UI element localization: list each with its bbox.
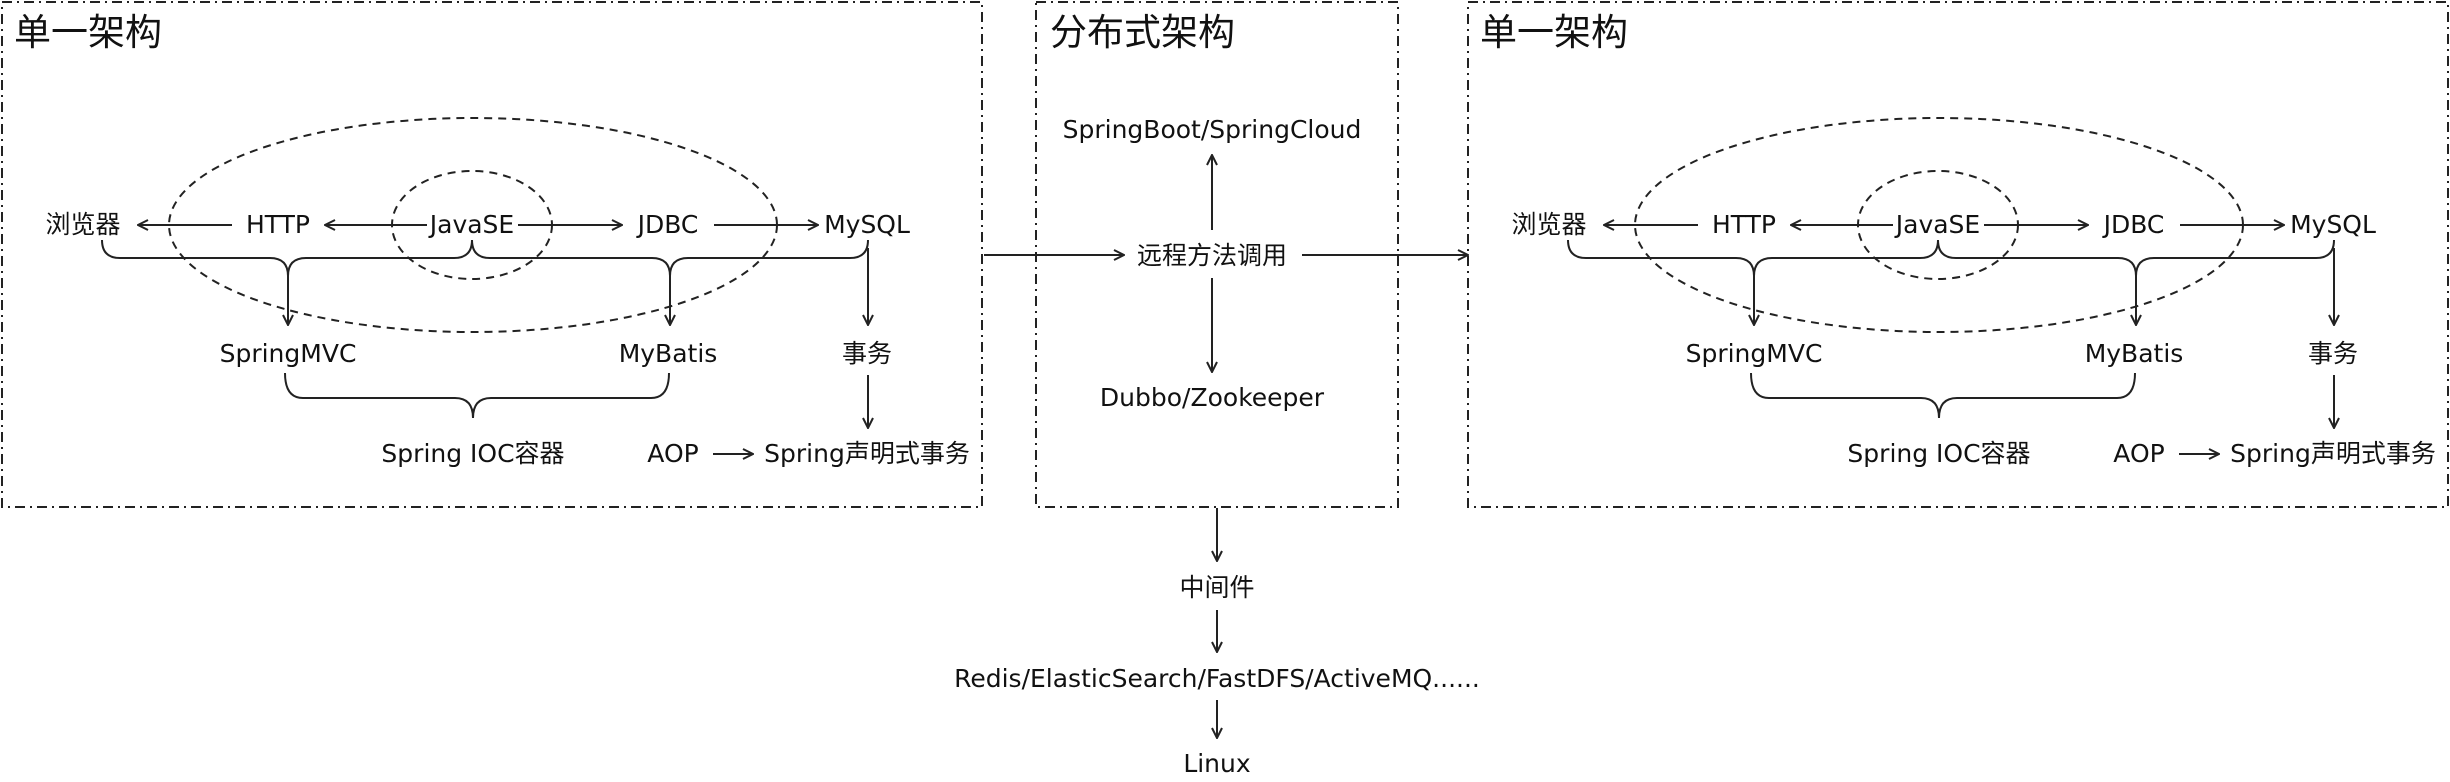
left-ioc-label: Spring IOC容器	[381, 439, 564, 468]
left-panel-frame	[1, 1, 983, 508]
right-panel-title: 单一架构	[1480, 11, 1628, 54]
linux-label: Linux	[1183, 749, 1250, 778]
left-ioc-brace	[284, 372, 670, 419]
left-springmvc-label: SpringMVC	[220, 339, 357, 368]
right-mybatis-label: MyBatis	[2085, 339, 2184, 368]
right-springmvc-label: SpringMVC	[1686, 339, 1823, 368]
dubbo-label: Dubbo/Zookeeper	[1100, 383, 1325, 412]
right-mysql-label: MySQL	[2290, 210, 2376, 239]
right-aop-label: AOP	[2113, 439, 2164, 468]
right-http-label: HTTP	[1712, 210, 1776, 239]
right-declarative-tx-label: Spring声明式事务	[2230, 439, 2436, 468]
right-ioc-brace	[1750, 372, 2136, 419]
architecture-diagram: 单一架构 浏览器 HTTP JavaSE JDBC MySQL SpringMV…	[1, 1, 2449, 778]
right-panel-frame	[1467, 1, 2449, 508]
left-monolith-panel: 单一架构 浏览器 HTTP JavaSE JDBC MySQL SpringMV…	[1, 1, 983, 508]
left-transaction-label: 事务	[842, 339, 892, 368]
left-panel-title: 单一架构	[14, 11, 162, 54]
middleware-chain: 中间件 Redis/ElasticSearch/FastDFS/ActiveMQ…	[954, 508, 1480, 778]
left-mysql-label: MySQL	[824, 210, 910, 239]
right-springmvc-brace	[1567, 239, 1939, 277]
left-aop-label: AOP	[647, 439, 698, 468]
middleware-tools-label: Redis/ElasticSearch/FastDFS/ActiveMQ....…	[954, 664, 1480, 693]
right-transaction-label: 事务	[2308, 339, 2358, 368]
left-jdbc-label: JDBC	[636, 210, 699, 239]
right-javase-label: JavaSE	[1894, 210, 1980, 239]
right-jdbc-label: JDBC	[2102, 210, 2165, 239]
left-http-label: HTTP	[246, 210, 310, 239]
springboot-label: SpringBoot/SpringCloud	[1063, 115, 1362, 144]
right-mybatis-brace	[1937, 239, 2335, 277]
left-mybatis-label: MyBatis	[619, 339, 718, 368]
right-ioc-label: Spring IOC容器	[1847, 439, 2030, 468]
middleware-label: 中间件	[1179, 573, 1254, 602]
left-javase-label: JavaSE	[428, 210, 514, 239]
middle-panel-title: 分布式架构	[1050, 11, 1235, 54]
right-monolith-panel: 单一架构 浏览器 HTTP JavaSE JDBC MySQL SpringMV…	[1467, 1, 2449, 508]
rpc-label: 远程方法调用	[1137, 241, 1287, 270]
right-browser-label: 浏览器	[1511, 210, 1586, 239]
left-mybatis-brace	[471, 239, 869, 277]
left-declarative-tx-label: Spring声明式事务	[764, 439, 970, 468]
left-springmvc-brace	[101, 239, 473, 277]
left-browser-label: 浏览器	[45, 210, 120, 239]
